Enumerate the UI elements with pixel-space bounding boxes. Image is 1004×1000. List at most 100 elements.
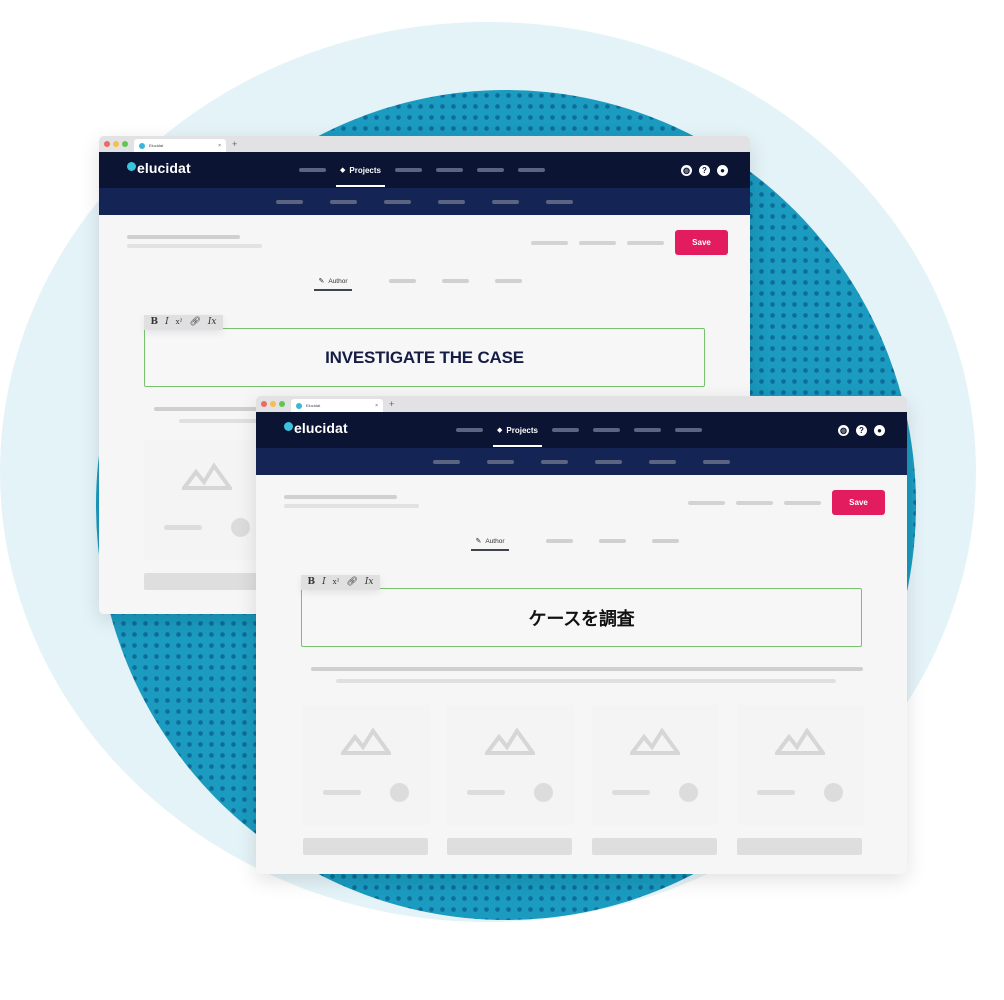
tab-placeholder[interactable] — [598, 539, 626, 543]
action-placeholder[interactable] — [531, 241, 568, 245]
user-icon[interactable]: ● — [874, 425, 885, 436]
clear-format-button[interactable]: Ix — [365, 575, 374, 590]
sub-nav-item-placeholder[interactable] — [384, 199, 411, 204]
page-title-placeholder — [127, 235, 240, 239]
nav-item-placeholder[interactable] — [456, 428, 483, 432]
card-media — [592, 705, 719, 825]
globe-icon[interactable]: ◍ — [681, 165, 692, 176]
sub-nav-item-placeholder[interactable] — [492, 199, 519, 204]
link-icon[interactable]: 🔗︎ — [346, 575, 357, 590]
tab-placeholder[interactable] — [545, 539, 573, 543]
main-nav: elucidat ◆ Projects ◍ ? ● — [99, 152, 750, 188]
superscript-button[interactable]: x² — [333, 575, 340, 590]
italic-button[interactable]: I — [322, 575, 326, 590]
window-minimize-dot[interactable] — [113, 141, 119, 147]
favicon-icon — [139, 142, 145, 149]
sub-nav-item-placeholder[interactable] — [595, 459, 622, 464]
new-tab-icon[interactable]: + — [232, 138, 237, 150]
image-card[interactable] — [592, 705, 719, 860]
format-toolbar: B I x² 🔗︎ Ix — [144, 315, 224, 330]
nav-icons: ◍ ? ● — [831, 425, 885, 436]
window-maximize-dot[interactable] — [122, 141, 128, 147]
nav-item-placeholder[interactable] — [476, 168, 504, 172]
card-line-placeholder — [164, 525, 202, 530]
nav-active-indicator — [336, 185, 385, 187]
window-minimize-dot[interactable] — [270, 401, 276, 407]
logo[interactable]: elucidat — [127, 160, 191, 176]
nav-item-label: Projects — [349, 165, 381, 175]
new-tab-icon[interactable]: + — [389, 398, 394, 410]
card-media — [144, 440, 271, 560]
nav-item-placeholder[interactable] — [435, 168, 463, 172]
clear-format-button[interactable]: Ix — [208, 315, 217, 330]
sub-nav-item-placeholder[interactable] — [546, 199, 573, 204]
image-card[interactable] — [303, 705, 430, 860]
heading-text[interactable]: ケースを調査 — [529, 605, 635, 631]
superscript-button[interactable]: x² — [176, 315, 183, 330]
italic-button[interactable]: I — [165, 315, 169, 330]
sub-nav-item-placeholder[interactable] — [541, 459, 568, 464]
browser-window-japanese: Elucidat × + elucidat ◆ Projects ◍ ? ● S… — [256, 396, 907, 874]
save-button[interactable]: Save — [832, 490, 885, 515]
nav-item-placeholder[interactable] — [299, 168, 326, 172]
card-button-placeholder[interactable] — [737, 838, 862, 855]
card-button-placeholder[interactable] — [592, 838, 717, 855]
tab-placeholder[interactable] — [388, 279, 416, 283]
sub-nav-item-placeholder[interactable] — [433, 459, 460, 464]
nav-item-placeholder[interactable] — [394, 168, 422, 172]
nav-item-placeholder[interactable] — [633, 428, 661, 432]
tab-author[interactable]: ✎ Author — [314, 277, 352, 291]
nav-item-placeholder[interactable] — [551, 428, 579, 432]
tab-placeholder[interactable] — [441, 279, 469, 283]
card-button-placeholder[interactable] — [144, 573, 269, 590]
sub-nav-item-placeholder[interactable] — [703, 459, 730, 464]
sub-nav-item-placeholder[interactable] — [276, 199, 303, 204]
logo[interactable]: elucidat — [284, 420, 348, 436]
window-maximize-dot[interactable] — [279, 401, 285, 407]
tab-placeholder[interactable] — [651, 539, 679, 543]
tab-close-icon[interactable]: × — [218, 143, 221, 149]
action-placeholder[interactable] — [579, 241, 616, 245]
browser-chrome: Elucidat × + — [99, 136, 750, 152]
heading-editor[interactable]: ケースを調査 — [301, 588, 862, 647]
nav-active-indicator — [493, 445, 542, 447]
sub-nav-item-placeholder[interactable] — [487, 459, 514, 464]
layers-icon: ◆ — [340, 167, 346, 174]
browser-tab[interactable]: Elucidat × — [134, 139, 226, 152]
card-media — [447, 705, 574, 825]
sub-nav-item-placeholder[interactable] — [330, 199, 357, 204]
nav-item-placeholder[interactable] — [592, 428, 620, 432]
help-icon[interactable]: ? — [856, 425, 867, 436]
image-card[interactable] — [447, 705, 574, 860]
nav-item-projects[interactable]: ◆ Projects — [493, 412, 542, 448]
image-card[interactable] — [737, 705, 864, 860]
bold-button[interactable]: B — [151, 315, 159, 330]
tab-placeholder[interactable] — [494, 279, 522, 283]
browser-chrome: Elucidat × + — [256, 396, 907, 412]
action-placeholder[interactable] — [688, 501, 725, 505]
sub-nav-item-placeholder[interactable] — [649, 459, 676, 464]
card-button-placeholder[interactable] — [447, 838, 572, 855]
window-close-dot[interactable] — [261, 401, 267, 407]
action-placeholder[interactable] — [627, 241, 664, 245]
globe-icon[interactable]: ◍ — [838, 425, 849, 436]
action-placeholder[interactable] — [736, 501, 773, 505]
heading-text[interactable]: INVESTIGATE THE CASE — [325, 348, 524, 368]
tab-author[interactable]: ✎ Author — [471, 537, 509, 551]
tab-close-icon[interactable]: × — [375, 403, 378, 409]
heading-editor[interactable]: INVESTIGATE THE CASE — [144, 328, 705, 387]
bold-button[interactable]: B — [308, 575, 316, 590]
image-card[interactable] — [144, 440, 271, 595]
save-button[interactable]: Save — [675, 230, 728, 255]
nav-item-placeholder[interactable] — [674, 428, 702, 432]
link-icon[interactable]: 🔗︎ — [189, 315, 200, 330]
action-placeholder[interactable] — [784, 501, 821, 505]
help-icon[interactable]: ? — [699, 165, 710, 176]
card-button-placeholder[interactable] — [303, 838, 428, 855]
sub-nav-item-placeholder[interactable] — [438, 199, 465, 204]
user-icon[interactable]: ● — [717, 165, 728, 176]
browser-tab[interactable]: Elucidat × — [291, 399, 383, 412]
nav-item-projects[interactable]: ◆ Projects — [336, 152, 385, 188]
nav-item-placeholder[interactable] — [517, 168, 545, 172]
window-close-dot[interactable] — [104, 141, 110, 147]
